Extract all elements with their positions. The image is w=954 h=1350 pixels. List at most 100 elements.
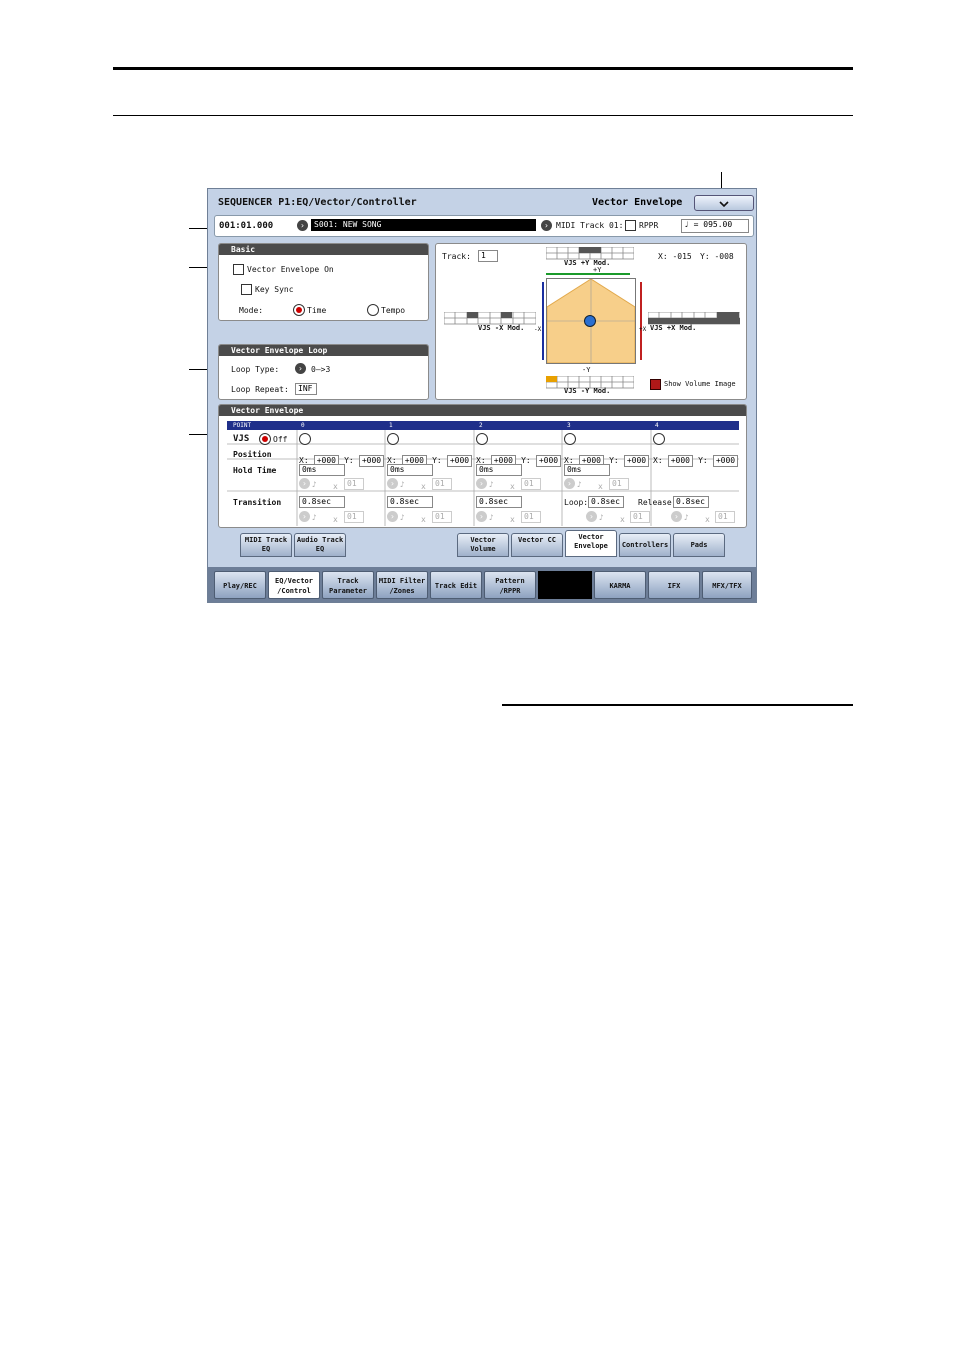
loop-type-select-button[interactable]: › (295, 363, 306, 374)
position-y-field[interactable]: +000 (623, 455, 650, 467)
show-volume-checkbox[interactable] (650, 379, 661, 390)
bottom-tab-midi-filter-zones[interactable]: MIDI Filter /Zones (376, 571, 428, 599)
track-field[interactable]: 1 (478, 250, 498, 262)
transition-note-button-2[interactable]: › (476, 511, 487, 522)
transition-mult-field-2[interactable]: 01 (521, 511, 541, 523)
position-y-field[interactable]: +000 (535, 455, 562, 467)
hold-mult-field-3[interactable]: 01 (609, 478, 629, 490)
hold-note-button-2[interactable]: › (476, 478, 487, 489)
hold-time-field-0[interactable]: 0ms (299, 464, 345, 476)
minus-x-mod-slots (443, 310, 537, 325)
tab-pads[interactable]: Pads (673, 533, 725, 557)
times-symbol: x (421, 515, 426, 524)
minus-x-indicator (542, 282, 544, 360)
vector-env-on-checkbox[interactable] (233, 264, 244, 275)
y-prefix: Y: (698, 456, 708, 465)
note-icon: ♪ (400, 513, 405, 522)
vjs-point-3-radio[interactable] (564, 433, 576, 445)
song-select-button[interactable]: › (297, 220, 308, 231)
minus-x-label: -X (534, 326, 542, 333)
bottom-tab-track-parameter[interactable]: Track Parameter (322, 571, 374, 599)
hold-time-label: Hold Time (233, 466, 277, 475)
hold-mult-field-0[interactable]: 01 (344, 478, 364, 490)
y-prefix: Y: (344, 456, 354, 465)
mode-label: Mode: (239, 306, 264, 315)
tab-controllers[interactable]: Controllers (619, 533, 671, 557)
hold-mult-field-2[interactable]: 01 (521, 478, 541, 490)
transition-label: Transition (233, 498, 282, 507)
position-y-field[interactable]: +000 (358, 455, 385, 467)
tab-vector-volume[interactable]: Vector Volume (457, 533, 509, 557)
tab-vector-cc[interactable]: Vector CC (511, 533, 563, 557)
mode-time-radio[interactable] (293, 304, 305, 316)
release-note-button[interactable]: › (671, 511, 682, 522)
bottom-tab-track-edit[interactable]: Track Edit (430, 571, 482, 599)
plus-x-label: +X (639, 326, 647, 333)
vjs-point-4-radio[interactable] (653, 433, 665, 445)
bottom-tab-eq-vector-control[interactable]: EQ/Vector /Control (268, 571, 320, 599)
loop-panel: Vector Envelope Loop Loop Type: › 0–>3 L… (218, 344, 429, 400)
tab-audio-track-eq[interactable]: Audio Track EQ (294, 533, 346, 557)
bottom-tab-karma[interactable]: KARMA (594, 571, 646, 599)
hold-mult-field-1[interactable]: 01 (432, 478, 452, 490)
page-menu-button[interactable] (694, 195, 754, 211)
times-symbol: x (421, 482, 426, 491)
position-y-field[interactable]: +000 (446, 455, 473, 467)
loop-note-button[interactable]: › (586, 511, 597, 522)
bottom-tab-ifx[interactable]: IFX (648, 571, 700, 599)
minus-y-mod-slots (545, 374, 635, 389)
vjs-point-2-radio[interactable] (476, 433, 488, 445)
vector-position-marker[interactable] (584, 315, 596, 327)
vector-joystick-area[interactable] (546, 278, 636, 364)
loop-repeat-field[interactable]: INF (295, 383, 317, 395)
times-symbol: x (510, 515, 515, 524)
transition-field-2[interactable]: 0.8sec (476, 496, 522, 508)
loop-transition-field[interactable]: 0.8sec (588, 496, 624, 508)
loop-type-label: Loop Type: (231, 365, 280, 374)
bottom-tab-pattern-rppr[interactable]: Pattern /RPPR (484, 571, 536, 599)
loop-mult-field[interactable]: 01 (630, 511, 650, 523)
mode-tempo-radio[interactable] (367, 304, 379, 316)
track-select-button[interactable]: › (541, 220, 552, 231)
hold-time-field-1[interactable]: 0ms (387, 464, 433, 476)
times-symbol: x (620, 515, 625, 524)
page-title: SEQUENCER P1:EQ/Vector/Controller (218, 197, 417, 208)
tab-vector-envelope[interactable]: Vector Envelope (565, 530, 617, 557)
position-point-4: X: +000 Y: +000 (653, 448, 739, 467)
x-prefix: X: (653, 456, 663, 465)
position-y-field[interactable]: +000 (712, 455, 739, 467)
bottom-tab-play-rec[interactable]: Play/REC (214, 571, 266, 599)
transition-note-button-0[interactable]: › (299, 511, 310, 522)
transition-field-0[interactable]: 0.8sec (299, 496, 345, 508)
note-icon: ♪ (577, 480, 582, 489)
loop-type-value[interactable]: 0–>3 (311, 365, 330, 374)
vjs-point-1-radio[interactable] (387, 433, 399, 445)
bottom-tab-mfx-tfx[interactable]: MFX/TFX (702, 571, 752, 599)
rppr-checkbox[interactable] (625, 220, 636, 231)
release-transition-field[interactable]: 0.8sec (673, 496, 709, 508)
song-name-field[interactable]: S001: NEW SONG (311, 219, 536, 231)
hold-time-field-3[interactable]: 0ms (564, 464, 610, 476)
vector-envelope-panel: Vector Envelope POINT 0 1 2 3 4 VJS Off … (218, 404, 747, 528)
transition-field-1[interactable]: 0.8sec (387, 496, 433, 508)
transition-mult-field-1[interactable]: 01 (432, 511, 452, 523)
y-prefix: Y: (432, 456, 442, 465)
header-rule-bottom (113, 115, 853, 116)
plus-x-mod-slots (647, 310, 741, 325)
key-sync-checkbox[interactable] (241, 284, 252, 295)
tempo-field[interactable]: ♩ = 095.00 (681, 219, 749, 233)
show-volume-label: Show Volume Image (664, 380, 736, 388)
position-x-field[interactable]: +000 (667, 455, 693, 467)
vjs-point-0-radio[interactable] (299, 433, 311, 445)
transition-mult-field-0[interactable]: 01 (344, 511, 364, 523)
tab-midi-track-eq[interactable]: MIDI Track EQ (240, 533, 292, 557)
key-sync-label: Key Sync (255, 285, 294, 294)
vjs-off-radio[interactable] (259, 433, 271, 445)
hold-note-button-1[interactable]: › (387, 478, 398, 489)
transition-note-button-1[interactable]: › (387, 511, 398, 522)
release-mult-field[interactable]: 01 (715, 511, 735, 523)
hold-note-button-3[interactable]: › (564, 478, 575, 489)
hold-time-field-2[interactable]: 0ms (476, 464, 522, 476)
hold-note-button-0[interactable]: › (299, 478, 310, 489)
location-readout[interactable]: 001:01.000 (219, 221, 273, 231)
